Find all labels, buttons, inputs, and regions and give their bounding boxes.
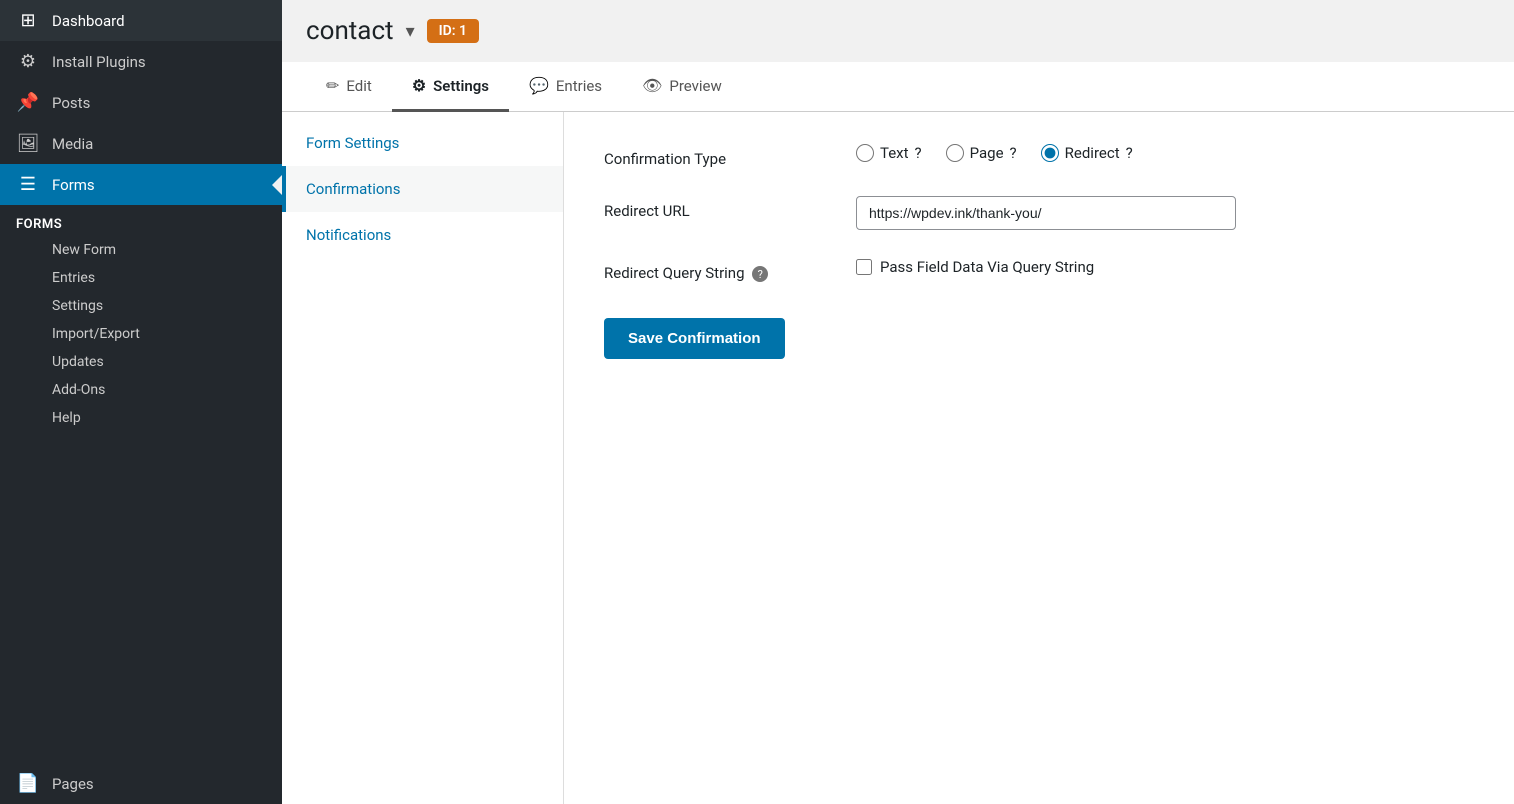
- radio-text-label: Text: [880, 144, 909, 162]
- radio-page-label: Page: [970, 144, 1004, 162]
- confirmation-type-row: Confirmation Type Text ? Page ?: [604, 144, 1474, 168]
- confirmation-type-options: Text ? Page ? Redirect ?: [856, 144, 1133, 162]
- sidebar-item-label: Pages: [52, 775, 94, 793]
- pass-field-data-checkbox-label[interactable]: Pass Field Data Via Query String: [856, 258, 1094, 276]
- sidebar-sub-import-export[interactable]: Import/Export: [0, 320, 282, 348]
- sidebar-sub-new-form[interactable]: New Form: [0, 236, 282, 264]
- tab-preview[interactable]: 👁 Preview: [622, 62, 742, 112]
- radio-page[interactable]: Page ?: [946, 144, 1017, 162]
- save-confirmation-row: Save Confirmation: [604, 310, 1474, 359]
- sidebar-item-label: Install Plugins: [52, 53, 146, 71]
- sidebar-item-forms[interactable]: ☰ Forms: [0, 164, 282, 205]
- tab-settings[interactable]: ⚙ Settings: [392, 62, 509, 112]
- sidebar: ⊞ Dashboard ⚙ Install Plugins 📌 Posts 🖼 …: [0, 0, 282, 804]
- radio-text[interactable]: Text ?: [856, 144, 922, 162]
- content-area: Form Settings Confirmations Notification…: [282, 112, 1514, 804]
- sidebar-sub-updates[interactable]: Updates: [0, 348, 282, 376]
- sidebar-item-pages[interactable]: 📄 Pages: [0, 763, 282, 804]
- sidebar-sub-help[interactable]: Help: [0, 404, 282, 432]
- media-icon: 🖼: [16, 133, 40, 154]
- redirect-url-row: Redirect URL: [604, 196, 1474, 230]
- sidebar-sub-entries[interactable]: Entries: [0, 264, 282, 292]
- sidebar-item-label: Posts: [52, 94, 90, 112]
- posts-icon: 📌: [16, 92, 40, 113]
- settings-icon: ⚙: [412, 76, 426, 95]
- radio-redirect-input[interactable]: [1041, 144, 1059, 162]
- settings-panel: Confirmation Type Text ? Page ?: [564, 112, 1514, 804]
- sidebar-sub-settings[interactable]: Settings: [0, 292, 282, 320]
- redirect-url-input[interactable]: [856, 196, 1236, 230]
- tab-entries[interactable]: 💬 Entries: [509, 62, 622, 112]
- redirect-query-string-row: Redirect Query String ? Pass Field Data …: [604, 258, 1474, 282]
- form-id-badge: ID: 1: [427, 19, 479, 43]
- confirmation-type-label: Confirmation Type: [604, 144, 824, 168]
- radio-text-input[interactable]: [856, 144, 874, 162]
- pass-field-data-label: Pass Field Data Via Query String: [880, 258, 1094, 276]
- sidebar-item-label: Dashboard: [52, 12, 125, 30]
- tabs-bar: ✏ Edit ⚙ Settings 💬 Entries 👁 Preview: [282, 62, 1514, 112]
- page-help-icon[interactable]: ?: [1010, 144, 1017, 162]
- redirect-url-value: [856, 196, 1236, 230]
- text-help-icon[interactable]: ?: [915, 144, 922, 162]
- edit-icon: ✏: [326, 76, 339, 95]
- page-header: contact ▾ ID: 1: [282, 0, 1514, 62]
- tab-edit[interactable]: ✏ Edit: [306, 62, 392, 112]
- sidebar-sub-add-ons[interactable]: Add-Ons: [0, 376, 282, 404]
- query-string-help-icon[interactable]: ?: [752, 266, 768, 282]
- redirect-help-icon[interactable]: ?: [1126, 144, 1133, 162]
- form-title: contact: [306, 16, 394, 46]
- pass-field-data-checkbox[interactable]: [856, 259, 872, 275]
- entries-icon: 💬: [529, 76, 549, 95]
- redirect-query-string-value: Pass Field Data Via Query String: [856, 258, 1094, 276]
- settings-nav-form-settings[interactable]: Form Settings: [282, 120, 563, 166]
- radio-redirect-label: Redirect: [1065, 144, 1120, 162]
- sidebar-item-label: Media: [52, 135, 93, 153]
- settings-nav: Form Settings Confirmations Notification…: [282, 112, 564, 804]
- pages-icon: 📄: [16, 773, 40, 794]
- save-confirmation-button[interactable]: Save Confirmation: [604, 318, 785, 359]
- settings-nav-notifications[interactable]: Notifications: [282, 212, 563, 258]
- sidebar-item-posts[interactable]: 📌 Posts: [0, 82, 282, 123]
- gear-icon: ⚙: [16, 51, 40, 72]
- forms-section-label: Forms: [0, 205, 282, 236]
- redirect-query-string-label: Redirect Query String ?: [604, 258, 824, 282]
- sidebar-item-label: Forms: [52, 176, 95, 194]
- sidebar-item-media[interactable]: 🖼 Media: [0, 123, 282, 164]
- radio-page-input[interactable]: [946, 144, 964, 162]
- redirect-url-label: Redirect URL: [604, 196, 824, 220]
- settings-nav-confirmations[interactable]: Confirmations: [282, 166, 563, 212]
- forms-icon: ☰: [16, 174, 40, 195]
- radio-redirect[interactable]: Redirect ?: [1041, 144, 1133, 162]
- sidebar-item-dashboard[interactable]: ⊞ Dashboard: [0, 0, 282, 41]
- preview-icon: 👁: [642, 76, 662, 95]
- dashboard-icon: ⊞: [16, 10, 40, 31]
- chevron-down-icon[interactable]: ▾: [406, 21, 415, 42]
- sidebar-item-install-plugins[interactable]: ⚙ Install Plugins: [0, 41, 282, 82]
- main-panel: contact ▾ ID: 1 ✏ Edit ⚙ Settings 💬 Entr…: [282, 0, 1514, 804]
